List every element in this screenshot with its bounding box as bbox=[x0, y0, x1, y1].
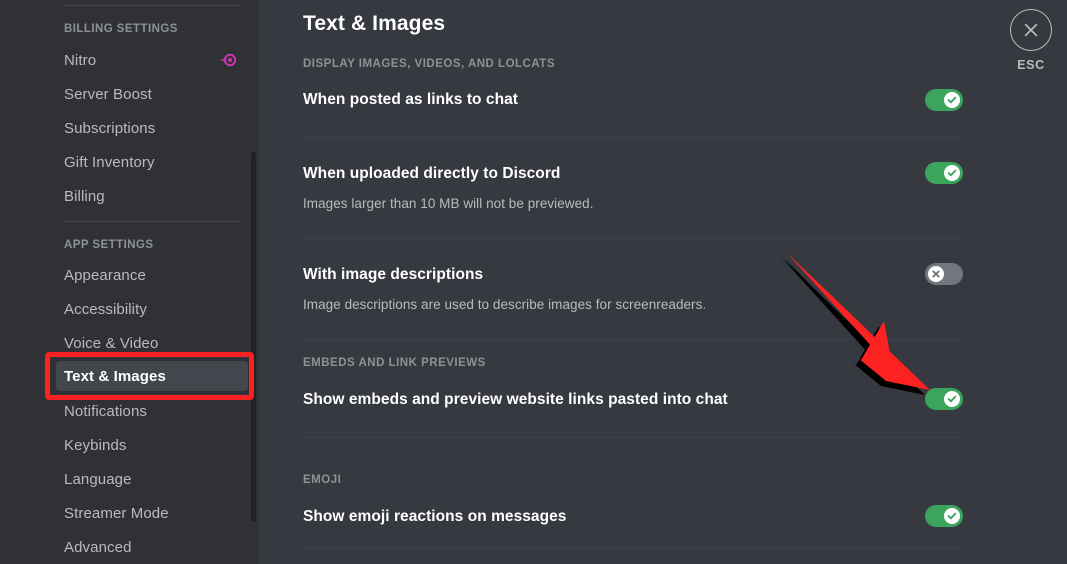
sidebar-item-label: Text & Images bbox=[64, 367, 166, 385]
close-settings-button[interactable]: ESC bbox=[1001, 9, 1061, 72]
toggle-knob bbox=[944, 165, 960, 181]
toggle-when-uploaded-directly[interactable] bbox=[925, 162, 963, 184]
sidebar-item-appearance[interactable]: Appearance bbox=[56, 260, 248, 290]
sidebar-item-label: Billing bbox=[64, 187, 105, 205]
sidebar-item-label: Subscriptions bbox=[64, 119, 156, 137]
sidebar-item-label: Voice & Video bbox=[64, 334, 159, 352]
toggle-show-emoji-reactions[interactable] bbox=[925, 505, 963, 527]
sidebar-item-language[interactable]: Language bbox=[56, 464, 248, 494]
sidebar-item-label: Streamer Mode bbox=[64, 504, 169, 522]
row-divider bbox=[303, 238, 964, 239]
sidebar-item-notifications[interactable]: Notifications bbox=[56, 396, 248, 426]
toggle-knob bbox=[928, 266, 944, 282]
settings-sidebar: BILLING SETTINGS Nitro Server Boost Subs… bbox=[0, 0, 258, 564]
sidebar-item-label: Appearance bbox=[64, 266, 146, 284]
check-icon bbox=[947, 96, 957, 104]
sidebar-item-label: Advanced bbox=[64, 538, 132, 556]
sidebar-divider-apps bbox=[63, 221, 240, 222]
section-header-embeds-and-link-previews: EMBEDS AND LINK PREVIEWS bbox=[303, 357, 486, 369]
sidebar-item-keybinds[interactable]: Keybinds bbox=[56, 430, 248, 460]
section-header-emoji: EMOJI bbox=[303, 474, 342, 486]
sidebar-divider-top bbox=[63, 5, 240, 6]
sidebar-item-advanced[interactable]: Advanced bbox=[56, 532, 248, 562]
setting-label-when-uploaded-directly: When uploaded directly to Discord bbox=[303, 165, 561, 182]
sidebar-item-billing[interactable]: Billing bbox=[56, 181, 248, 211]
setting-label-when-posted-as-links: When posted as links to chat bbox=[303, 91, 518, 108]
section-header-display-images: DISPLAY IMAGES, VIDEOS, AND LOLCATS bbox=[303, 58, 556, 70]
setting-label-with-image-descriptions: With image descriptions bbox=[303, 266, 484, 283]
settings-window: BILLING SETTINGS Nitro Server Boost Subs… bbox=[0, 0, 1067, 564]
row-divider bbox=[303, 339, 964, 340]
sidebar-item-label: Notifications bbox=[64, 402, 148, 420]
sidebar-item-server-boost[interactable]: Server Boost bbox=[56, 79, 248, 109]
page-title: Text & Images bbox=[303, 12, 446, 35]
nitro-wheel-icon bbox=[219, 51, 237, 69]
check-icon bbox=[947, 169, 957, 177]
sidebar-section-header-app: APP SETTINGS bbox=[64, 239, 154, 251]
row-divider bbox=[303, 437, 964, 438]
setting-label-show-emoji-reactions: Show emoji reactions on messages bbox=[303, 508, 567, 525]
toggle-show-embeds[interactable] bbox=[925, 388, 963, 410]
sidebar-item-gift-inventory[interactable]: Gift Inventory bbox=[56, 147, 248, 177]
sidebar-item-label: Language bbox=[64, 470, 132, 488]
sidebar-item-voice-and-video[interactable]: Voice & Video bbox=[56, 328, 248, 358]
row-divider bbox=[303, 548, 964, 549]
close-x-icon bbox=[1024, 23, 1038, 37]
sidebar-scroll-area[interactable]: BILLING SETTINGS Nitro Server Boost Subs… bbox=[0, 0, 258, 564]
toggle-when-posted-as-links[interactable] bbox=[925, 89, 963, 111]
sidebar-item-subscriptions[interactable]: Subscriptions bbox=[56, 113, 248, 143]
toggle-knob bbox=[944, 92, 960, 108]
close-icon-circle bbox=[1010, 9, 1052, 51]
setting-label-show-embeds: Show embeds and preview website links pa… bbox=[303, 391, 728, 408]
check-icon bbox=[947, 512, 957, 520]
check-icon bbox=[947, 395, 957, 403]
toggle-knob bbox=[944, 391, 960, 407]
close-x-icon bbox=[932, 270, 940, 278]
sidebar-item-label: Gift Inventory bbox=[64, 153, 155, 171]
sidebar-item-label: Keybinds bbox=[64, 436, 127, 454]
close-button-label: ESC bbox=[1017, 58, 1045, 72]
sidebar-item-label: Accessibility bbox=[64, 300, 147, 318]
sidebar-item-streamer-mode[interactable]: Streamer Mode bbox=[56, 498, 248, 528]
setting-description-when-uploaded-directly: Images larger than 10 MB will not be pre… bbox=[303, 196, 594, 211]
settings-content-panel: Text & Images DISPLAY IMAGES, VIDEOS, AN… bbox=[258, 0, 1067, 564]
toggle-knob bbox=[944, 508, 960, 524]
sidebar-item-accessibility[interactable]: Accessibility bbox=[56, 294, 248, 324]
sidebar-item-label: Nitro bbox=[64, 51, 97, 69]
setting-description-with-image-descriptions: Image descriptions are used to describe … bbox=[303, 297, 707, 312]
row-divider bbox=[303, 137, 964, 138]
sidebar-scrollbar-thumb[interactable] bbox=[251, 152, 256, 522]
toggle-with-image-descriptions[interactable] bbox=[925, 263, 963, 285]
sidebar-item-text-and-images[interactable]: Text & Images bbox=[56, 361, 248, 391]
sidebar-item-label: Server Boost bbox=[64, 85, 152, 103]
sidebar-section-header-billing: BILLING SETTINGS bbox=[64, 23, 178, 35]
